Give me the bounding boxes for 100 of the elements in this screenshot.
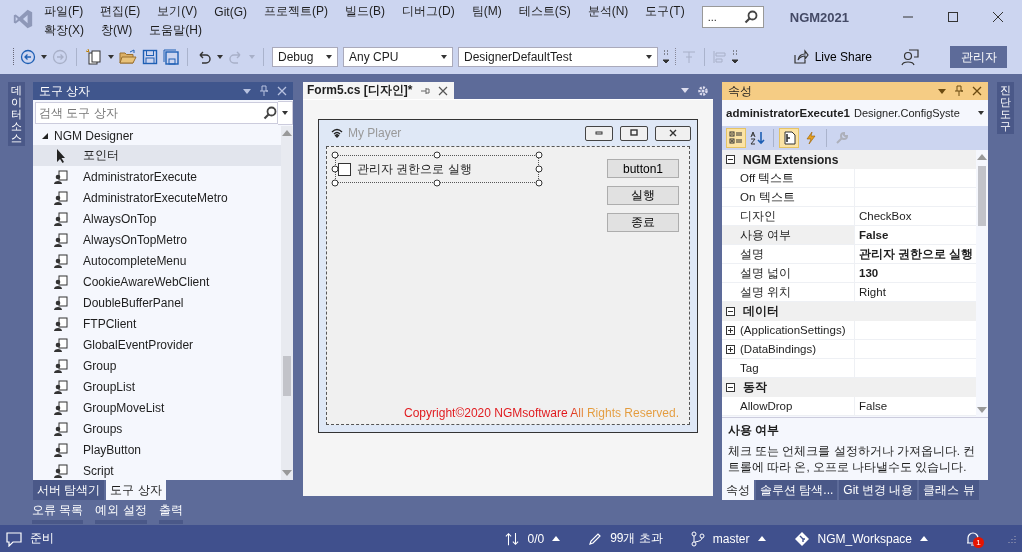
maximize-button[interactable] (620, 125, 648, 141)
scroll-up-icon[interactable] (977, 154, 987, 160)
toolbox-item[interactable]: AdministratorExecute (33, 166, 281, 187)
live-share-button[interactable]: Live Share (788, 49, 876, 65)
form-button[interactable]: 실행 (607, 186, 679, 205)
property-category[interactable]: 동작 (722, 378, 976, 397)
toolbox-item[interactable]: DoubleBufferPanel (33, 292, 281, 313)
toolbox-item[interactable]: AlwaysOnTop (33, 208, 281, 229)
property-value[interactable]: False (859, 229, 889, 241)
menu-item[interactable]: 창(W) (101, 22, 133, 39)
search-field[interactable]: ... (701, 6, 764, 28)
toolbox-item[interactable]: Group (33, 355, 281, 376)
resize-handle[interactable] (433, 179, 441, 187)
feedback-icon[interactable] (901, 48, 919, 66)
toolbox-item[interactable]: AdministratorExecuteMetro (33, 187, 281, 208)
document-tab[interactable]: Form5.cs [디자인]* (303, 82, 455, 99)
account-button[interactable]: 관리자 (950, 46, 1007, 68)
open-folder-icon[interactable] (119, 49, 137, 65)
menu-item[interactable]: 분석(N) (587, 3, 629, 20)
panel-tab[interactable]: 클래스 뷰 (919, 480, 979, 500)
sync-count[interactable]: 0/0 (527, 531, 545, 546)
scroll-down-icon[interactable] (977, 407, 987, 413)
menu-item[interactable]: 팀(M) (471, 3, 502, 20)
caret-up-icon[interactable] (552, 536, 561, 541)
panel-tab[interactable]: Git 변경 내용 (839, 480, 918, 500)
pin-icon[interactable] (954, 85, 964, 97)
pencil-icon[interactable] (588, 531, 603, 546)
close-icon[interactable] (992, 11, 1004, 23)
resize-handle[interactable] (433, 151, 441, 159)
property-name[interactable]: 설명 (722, 245, 855, 263)
close-button[interactable] (655, 125, 691, 141)
resize-grip-icon[interactable] (1008, 534, 1016, 543)
toolbox-item[interactable]: Groups (33, 418, 281, 439)
object-selector[interactable]: administratorExecute1 Designer.ConfigSyste (722, 100, 988, 126)
scroll-thumb[interactable] (283, 356, 291, 396)
save-all-icon[interactable] (163, 49, 179, 65)
panel-tab[interactable]: 도구 상자 (106, 480, 166, 500)
scroll-thumb[interactable] (978, 166, 986, 226)
property-name[interactable]: 사용 여부 (722, 226, 855, 244)
minimize-button[interactable] (585, 125, 613, 141)
overflow-icon[interactable] (663, 49, 669, 65)
caret-icon[interactable] (41, 55, 47, 59)
menu-item[interactable]: 빌드(B) (345, 3, 385, 20)
save-icon[interactable] (142, 49, 158, 65)
bell-icon[interactable] (966, 530, 980, 547)
menu-item[interactable]: 도구(T) (645, 3, 685, 20)
form-button[interactable]: button1 (607, 159, 679, 178)
menu-item[interactable]: 파일(F) (44, 3, 84, 20)
menu-item[interactable]: 확장(X) (44, 22, 84, 39)
toolbox-item[interactable]: AutocompleteMenu (33, 250, 281, 271)
maximize-icon[interactable] (947, 11, 959, 23)
side-tab[interactable]: 진단 도구 (996, 82, 1014, 135)
toolbox-item[interactable]: FTPClient (33, 313, 281, 334)
dropdown-icon[interactable] (278, 101, 293, 125)
toolbox-item[interactable]: GlobalEventProvider (33, 334, 281, 355)
toolbox-item[interactable]: AlwaysOnTopMetro (33, 229, 281, 250)
menu-item[interactable]: 보기(V) (157, 3, 198, 20)
git-icon[interactable] (793, 530, 810, 547)
property-value[interactable]: CheckBox (859, 210, 912, 222)
search-field[interactable]: 검색 도구 상자 (35, 102, 278, 124)
toolbox-group[interactable]: NGM Designer (33, 126, 281, 145)
menu-item[interactable]: Git(G) (214, 4, 247, 19)
property-name[interactable]: AllowDrop (722, 397, 855, 415)
pin-icon[interactable] (259, 85, 269, 97)
collapse-icon[interactable] (726, 307, 735, 316)
settings-icon[interactable] (697, 84, 709, 97)
changes-count[interactable]: 99개 초과 (610, 530, 663, 547)
form-window[interactable]: My Player 관리자 권한으로 실행 button1 실행 종료 Copyright©2020 NGMsoftware All Rights Reserved. (318, 119, 698, 433)
property-name[interactable]: 설명 넓이 (722, 264, 855, 282)
property-value[interactable]: Right (859, 286, 886, 298)
panel-tab[interactable]: 서버 탐색기 (33, 480, 105, 500)
toolbox-item[interactable]: Script (33, 460, 281, 480)
property-value[interactable]: False (859, 400, 888, 412)
toolbox-item[interactable]: PlayButton (33, 439, 281, 460)
categorized-button[interactable] (726, 128, 746, 148)
sync-icon[interactable] (505, 531, 520, 546)
caret-up-icon[interactable] (920, 536, 928, 541)
collapse-icon[interactable] (726, 383, 735, 392)
property-name[interactable]: 설명 위치 (722, 283, 855, 301)
menu-item[interactable]: 디버그(D) (402, 3, 455, 20)
property-category[interactable]: 데이터 (722, 302, 976, 321)
toolbox-item[interactable]: 포인터 (33, 145, 281, 166)
dropdown-icon[interactable] (938, 88, 946, 94)
expand-icon[interactable] (726, 344, 735, 354)
property-name[interactable]: 디자인 (722, 207, 855, 225)
overflow-icon[interactable] (732, 49, 738, 65)
scrollbar[interactable] (281, 126, 293, 480)
repository-name[interactable]: NGM_Workspace (817, 531, 912, 546)
startup-project-dropdown[interactable]: DesignerDefaultTest (458, 47, 658, 67)
toolbox-item[interactable]: CookieAwareWebClient (33, 271, 281, 292)
collapse-icon[interactable] (726, 155, 735, 164)
caret-up-icon[interactable] (757, 536, 766, 541)
back-icon[interactable] (20, 49, 36, 65)
pin-icon[interactable] (420, 85, 431, 96)
properties-button[interactable] (779, 128, 799, 148)
branch-name[interactable]: master (712, 531, 750, 546)
panel-tab[interactable]: 솔루션 탐색... (756, 480, 838, 500)
close-icon[interactable] (438, 85, 449, 96)
toolbox-item[interactable]: GroupMoveList (33, 397, 281, 418)
property-value[interactable]: 관리자 권한으로 실행 (859, 246, 974, 262)
